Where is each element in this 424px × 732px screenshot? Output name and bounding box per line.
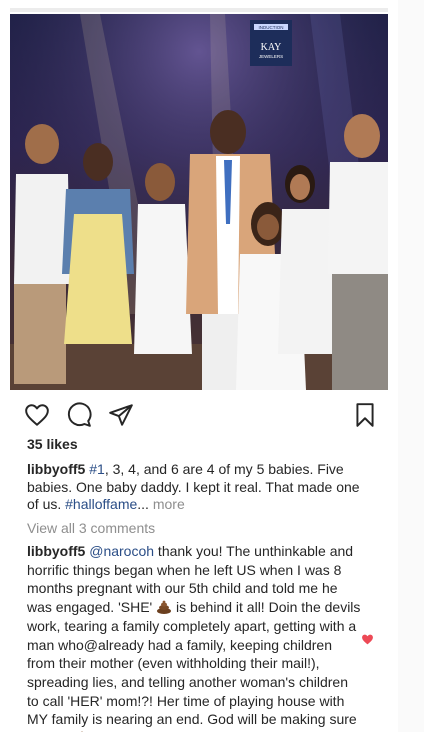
bookmark-icon — [356, 403, 374, 427]
poop-emoji-icon — [157, 600, 172, 615]
post-photo[interactable]: INDUCTION KAY JEWELERS — [10, 14, 388, 390]
heart-filled-icon — [362, 634, 373, 645]
paper-plane-icon — [109, 404, 133, 426]
like-button[interactable] — [24, 402, 50, 428]
comment-bubble-icon — [67, 402, 92, 427]
top-divider — [10, 8, 388, 12]
view-all-comments-link[interactable]: View all 3 comments — [27, 520, 155, 536]
side-gutter — [398, 0, 424, 732]
likes-count[interactable]: 35 likes — [27, 436, 78, 452]
caption-more-link[interactable]: more — [153, 496, 185, 512]
caption-ellipsis: ... — [137, 496, 149, 512]
banner-line1: INDUCTION — [259, 25, 284, 30]
comment-username[interactable]: libbyoff5 — [27, 543, 85, 559]
comment-button[interactable] — [66, 402, 92, 428]
post-photo-illustration: INDUCTION KAY JEWELERS — [10, 14, 388, 390]
save-button[interactable] — [352, 402, 378, 428]
comment-text-part2: is behind it all! Doin the devils work, … — [27, 599, 361, 732]
caption-username[interactable]: libbyoff5 — [27, 461, 85, 477]
heart-outline-icon — [25, 404, 49, 426]
banner-sub: JEWELERS — [259, 54, 283, 59]
caption-hashtag-halloffame[interactable]: #halloffame — [65, 496, 137, 512]
share-button[interactable] — [108, 402, 134, 428]
comment-like-button[interactable] — [361, 633, 374, 646]
post-caption: libbyoff5 #1, 3, 4, and 6 are 4 of my 5 … — [27, 461, 362, 514]
comment-mention[interactable]: @narocoh — [89, 543, 154, 559]
banner-brand: KAY — [261, 42, 282, 53]
caption-hashtag-1[interactable]: #1 — [89, 461, 105, 477]
post-action-bar — [24, 402, 378, 430]
comment-item: libbyoff5 @narocoh thank you! The unthin… — [27, 542, 362, 732]
